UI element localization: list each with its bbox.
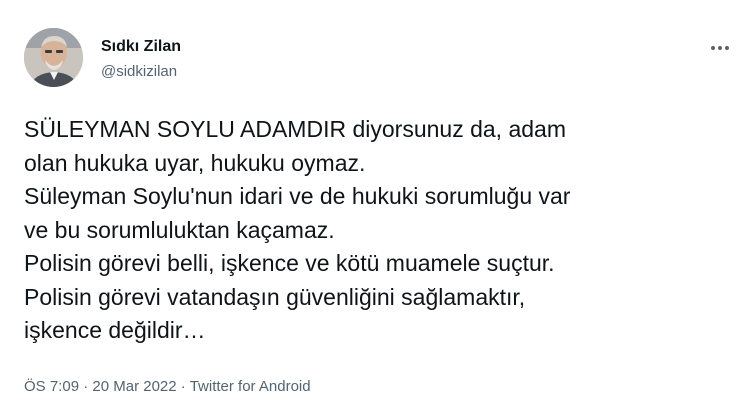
more-options-button[interactable] xyxy=(704,34,738,62)
author-name[interactable]: Sıdkı Zilan xyxy=(101,37,181,57)
tweet-time-link[interactable]: ÖS 7:09 xyxy=(24,378,79,395)
avatar[interactable] xyxy=(24,28,83,87)
tweet-date-link[interactable]: 20 Mar 2022 xyxy=(92,378,176,395)
tweet-text: SÜLEYMAN SOYLU ADAMDIR diyorsunuz da, ad… xyxy=(24,113,734,348)
tweet-text-line: olan hukuka uyar, hukuku oymaz. xyxy=(24,149,366,176)
tweet-metadata: ÖS 7:09 · 20 Mar 2022 · Twitter for Andr… xyxy=(24,377,311,397)
author-handle[interactable]: @sidkizilan xyxy=(101,62,177,82)
tweet-text-line: işkence değildir… xyxy=(24,317,206,343)
tweet-text-line: Süleyman Soylu'nun idari ve de hukuki so… xyxy=(24,183,571,209)
meta-separator: · xyxy=(83,378,93,395)
tweet-text-line: Polisin görevi belli, işkence ve kötü mu… xyxy=(24,250,555,276)
tweet-text-line: Polisin görevi vatandaşın güvenliğini sa… xyxy=(24,283,526,310)
tweet-text-line: ve bu sorumluluktan kaçamaz. xyxy=(24,216,335,243)
meta-separator: · xyxy=(180,378,190,395)
tweet-source-link[interactable]: Twitter for Android xyxy=(190,378,311,395)
avatar-photo xyxy=(24,28,83,87)
tweet-text-line: SÜLEYMAN SOYLU ADAMDIR diyorsunuz da, ad… xyxy=(24,116,566,142)
tweet-card: Sıdkı Zilan @sidkizilan SÜLEYMAN SOYLU A… xyxy=(0,0,752,407)
